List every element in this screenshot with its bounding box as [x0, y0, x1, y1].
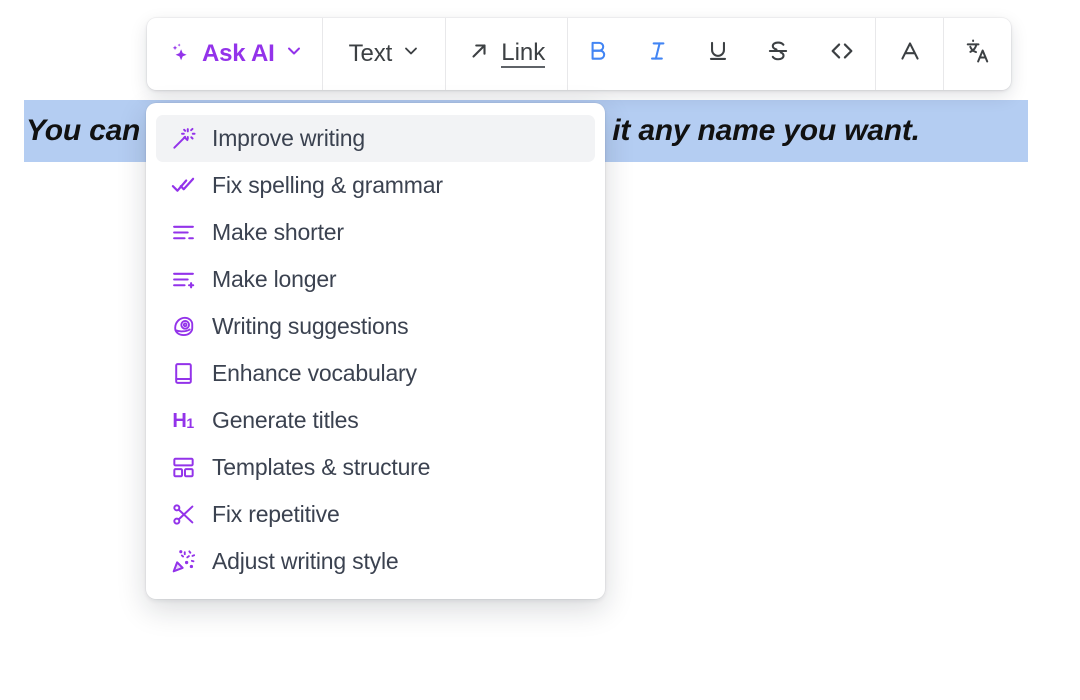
lines-minus-icon: [170, 220, 196, 246]
menu-item-adjust-writing-style[interactable]: Adjust writing style: [156, 538, 595, 585]
bold-icon: [585, 38, 611, 70]
menu-item-label: Writing suggestions: [212, 313, 408, 340]
translate-group: [944, 18, 1011, 90]
ask-ai-group: Ask AI: [147, 18, 322, 90]
ask-ai-button[interactable]: Ask AI: [147, 18, 322, 90]
menu-item-label: Make shorter: [212, 219, 344, 246]
lines-plus-icon: [170, 267, 196, 293]
menu-item-label: Adjust writing style: [212, 548, 398, 575]
menu-item-make-shorter[interactable]: Make shorter: [156, 209, 595, 256]
text-style-label: Text: [349, 40, 393, 68]
link-button[interactable]: Link: [446, 18, 567, 90]
link-label: Link: [501, 40, 545, 68]
text-style-button[interactable]: Text: [323, 18, 446, 90]
sparkles-icon: [167, 41, 193, 67]
menu-item-label: Improve writing: [212, 125, 365, 152]
book-icon: [170, 361, 196, 387]
italic-icon: [645, 38, 671, 70]
underline-button[interactable]: [688, 18, 748, 90]
chevron-down-icon: [401, 40, 421, 68]
menu-item-make-longer[interactable]: Make longer: [156, 256, 595, 303]
translate-icon: [964, 37, 992, 71]
italic-button[interactable]: [628, 18, 688, 90]
text-color-group: [876, 18, 943, 90]
menu-item-improve-writing[interactable]: Improve writing: [156, 115, 595, 162]
menu-item-templates-structure[interactable]: Templates & structure: [156, 444, 595, 491]
scissors-icon: [170, 502, 196, 528]
link-group: Link: [446, 18, 567, 90]
arrow-up-right-icon: [468, 40, 490, 69]
menu-item-fix-repetitive[interactable]: Fix repetitive: [156, 491, 595, 538]
menu-item-writing-suggestions[interactable]: Writing suggestions: [156, 303, 595, 350]
party-popper-icon: [170, 549, 196, 575]
menu-item-label: Generate titles: [212, 407, 359, 434]
menu-item-generate-titles[interactable]: H1 Generate titles: [156, 397, 595, 444]
layout-blocks-icon: [170, 455, 196, 481]
chevron-down-icon: [284, 40, 304, 68]
heading-one-icon: H1: [170, 408, 196, 434]
text-color-icon: [897, 38, 923, 70]
double-check-icon: [170, 173, 196, 199]
magic-wand-icon: [170, 126, 196, 152]
menu-item-label: Fix spelling & grammar: [212, 172, 443, 199]
code-button[interactable]: [808, 18, 875, 90]
underline-icon: [705, 38, 731, 70]
code-icon: [828, 37, 856, 71]
formatting-toolbar: Ask AI Text Link: [147, 18, 1011, 90]
strikethrough-button[interactable]: [748, 18, 808, 90]
strikethrough-icon: [765, 38, 791, 70]
format-buttons-group: [568, 18, 875, 90]
text-style-group: Text: [323, 18, 446, 90]
spiral-shell-icon: [170, 314, 196, 340]
menu-item-enhance-vocabulary[interactable]: Enhance vocabulary: [156, 350, 595, 397]
text-color-button[interactable]: [876, 18, 943, 90]
ask-ai-dropdown-menu: Improve writing Fix spelling & grammar M…: [146, 103, 605, 599]
menu-item-label: Enhance vocabulary: [212, 360, 417, 387]
bold-button[interactable]: [568, 18, 628, 90]
menu-item-label: Templates & structure: [212, 454, 430, 481]
ask-ai-label: Ask AI: [202, 40, 275, 68]
menu-item-label: Fix repetitive: [212, 501, 340, 528]
menu-item-label: Make longer: [212, 266, 336, 293]
menu-item-fix-spelling-grammar[interactable]: Fix spelling & grammar: [156, 162, 595, 209]
translate-button[interactable]: [944, 18, 1011, 90]
